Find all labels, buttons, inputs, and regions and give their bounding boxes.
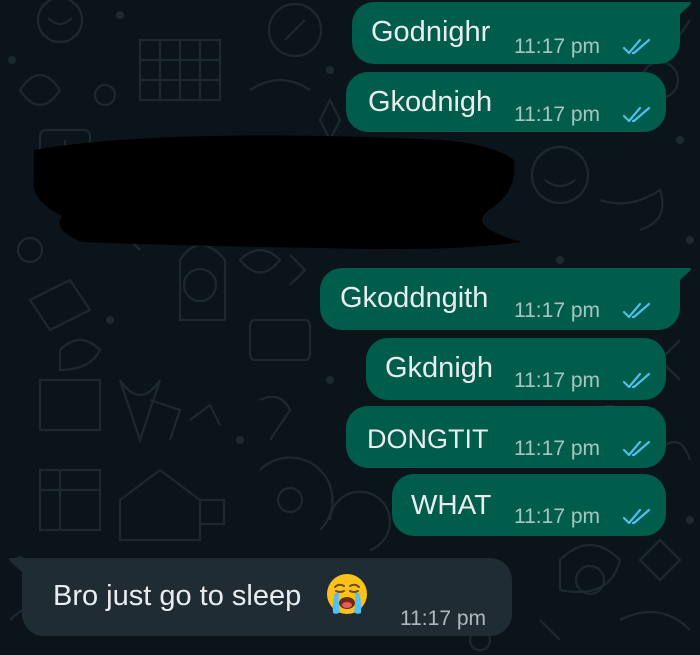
double-check-read-icon: [622, 372, 651, 389]
redacted-message: [33, 135, 520, 250]
incoming-message[interactable]: Bro just go to sleep 11:17 pm: [22, 558, 512, 636]
double-check-read-icon: [622, 302, 651, 319]
outgoing-message[interactable]: Gkdnigh 11:17 pm: [366, 338, 666, 400]
outgoing-message[interactable]: Godnighr 11:17 pm: [352, 2, 680, 64]
message-text: Godnighr: [371, 16, 491, 48]
outgoing-message[interactable]: Gkodnigh 11:17 pm: [346, 72, 666, 132]
message-time: 11:17 pm: [400, 607, 486, 630]
outgoing-message[interactable]: WHAT 11:17 pm: [392, 474, 666, 536]
message-time: 11:17 pm: [514, 299, 600, 322]
double-check-read-icon: [622, 440, 651, 457]
outgoing-message[interactable]: DONGTIT 11:17 pm: [346, 406, 666, 468]
message-text: WHAT: [411, 489, 492, 520]
message-text: Gkoddngith: [340, 282, 489, 314]
message-time: 11:17 pm: [514, 103, 600, 126]
message-time: 11:17 pm: [514, 505, 600, 528]
double-check-read-icon: [622, 38, 651, 55]
double-check-read-icon: [622, 508, 651, 525]
loudly-crying-face-icon: [327, 574, 367, 614]
double-check-read-icon: [622, 106, 651, 123]
message-text: Bro just go to sleep: [53, 580, 302, 612]
bubble-tail: [676, 268, 691, 284]
message-text: DONGTIT: [367, 424, 489, 454]
message-time: 11:17 pm: [514, 369, 600, 392]
outgoing-message[interactable]: Gkoddngith 11:17 pm: [320, 268, 680, 330]
message-time: 11:17 pm: [514, 437, 600, 460]
message-text: Gkdnigh: [385, 352, 494, 384]
message-time: 11:17 pm: [514, 35, 600, 58]
message-text: Gkodnigh: [368, 86, 493, 118]
bubble-tail: [676, 2, 691, 18]
